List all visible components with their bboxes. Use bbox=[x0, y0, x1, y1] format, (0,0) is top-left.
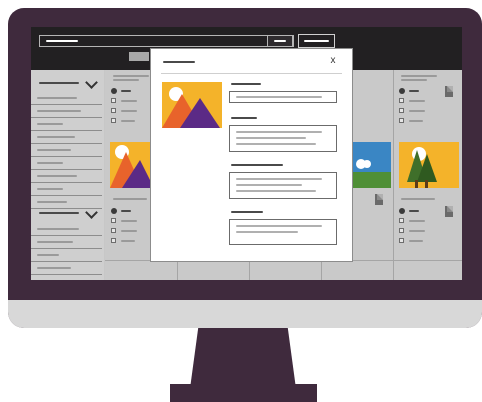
card[interactable] bbox=[395, 196, 461, 256]
checkbox[interactable] bbox=[111, 108, 116, 113]
radio-button[interactable] bbox=[399, 88, 405, 94]
radio-button[interactable] bbox=[111, 88, 117, 94]
checkbox[interactable] bbox=[111, 218, 116, 223]
mountains-image[interactable] bbox=[110, 142, 154, 188]
sidebar-section-header[interactable] bbox=[31, 206, 104, 220]
sidebar-item[interactable] bbox=[31, 144, 102, 157]
checkbox[interactable] bbox=[111, 228, 116, 233]
checkbox[interactable] bbox=[399, 228, 404, 233]
modal-title bbox=[163, 61, 195, 63]
checkbox[interactable] bbox=[399, 118, 404, 123]
checkbox[interactable] bbox=[111, 118, 116, 123]
monitor-base bbox=[170, 384, 317, 402]
radio-button[interactable] bbox=[111, 208, 117, 214]
search-input[interactable] bbox=[39, 35, 294, 47]
textarea[interactable] bbox=[229, 125, 337, 152]
field-label bbox=[231, 117, 257, 119]
field-label bbox=[231, 211, 263, 213]
monitor-stand bbox=[190, 328, 296, 386]
sidebar-item[interactable] bbox=[31, 183, 102, 196]
chevron-down-icon bbox=[85, 76, 98, 89]
mountains-image bbox=[162, 82, 222, 128]
modal-dialog: x bbox=[150, 48, 353, 262]
field-label bbox=[231, 83, 261, 85]
checkbox[interactable] bbox=[399, 108, 404, 113]
sidebar-item[interactable] bbox=[31, 262, 102, 275]
radio-button[interactable] bbox=[399, 208, 405, 214]
sidebar-item[interactable] bbox=[31, 236, 102, 249]
checkbox[interactable] bbox=[399, 98, 404, 103]
sidebar-item[interactable] bbox=[31, 92, 102, 105]
close-button[interactable]: x bbox=[327, 55, 339, 67]
sidebar-item[interactable] bbox=[31, 223, 102, 236]
trees-image[interactable] bbox=[399, 142, 459, 188]
sidebar-item[interactable] bbox=[31, 118, 102, 131]
document-icon bbox=[375, 194, 383, 205]
document-icon bbox=[445, 86, 453, 97]
primary-action-button[interactable] bbox=[298, 34, 335, 48]
textarea[interactable] bbox=[229, 172, 337, 199]
sidebar-section-header[interactable] bbox=[31, 76, 104, 90]
sidebar-item[interactable] bbox=[31, 170, 102, 183]
sidebar-item[interactable] bbox=[31, 249, 102, 262]
checkbox[interactable] bbox=[399, 218, 404, 223]
sidebar-item[interactable] bbox=[31, 157, 102, 170]
field-label bbox=[231, 164, 283, 166]
search-icon bbox=[274, 40, 286, 42]
text-input[interactable] bbox=[229, 91, 337, 103]
sidebar bbox=[31, 70, 104, 280]
monitor-chin bbox=[8, 300, 482, 328]
checkbox[interactable] bbox=[399, 238, 404, 243]
search-button[interactable] bbox=[267, 35, 293, 47]
chevron-down-icon bbox=[85, 206, 98, 219]
sidebar-item[interactable] bbox=[31, 105, 102, 118]
checkbox[interactable] bbox=[111, 98, 116, 103]
secondary-button[interactable] bbox=[129, 52, 149, 61]
card[interactable] bbox=[395, 72, 461, 134]
textarea[interactable] bbox=[229, 219, 337, 245]
document-icon bbox=[445, 206, 453, 217]
landscape-image[interactable] bbox=[351, 142, 391, 188]
checkbox[interactable] bbox=[111, 238, 116, 243]
sidebar-item[interactable] bbox=[31, 131, 102, 144]
